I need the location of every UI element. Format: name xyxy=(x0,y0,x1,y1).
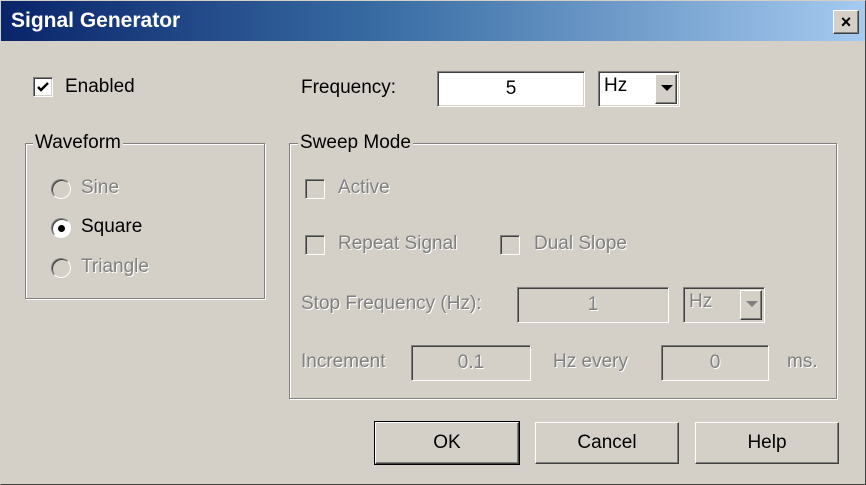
frequency-unit-value: Hz xyxy=(604,75,628,96)
frequency-unit-select[interactable]: Hz xyxy=(598,71,680,107)
active-label: Active xyxy=(338,177,390,198)
radio-triangle[interactable] xyxy=(51,258,71,278)
hz-every-label: Hz every xyxy=(553,351,628,372)
cancel-button[interactable]: Cancel xyxy=(535,422,679,464)
frequency-value: 5 xyxy=(505,78,517,99)
ok-button[interactable]: OK xyxy=(374,421,520,465)
signal-generator-dialog: Signal Generator × Enabled Frequency: 5 … xyxy=(0,0,866,485)
radio-triangle-label: Triangle xyxy=(81,256,149,277)
help-button[interactable]: Help xyxy=(695,422,839,464)
increment-label: Increment xyxy=(301,351,386,372)
repeat-signal-checkbox[interactable] xyxy=(305,235,325,255)
frequency-unit-dropdown-button[interactable] xyxy=(655,74,677,104)
stop-frequency-label: Stop Frequency (Hz): xyxy=(301,293,482,314)
chevron-down-icon xyxy=(746,301,758,307)
radio-square[interactable] xyxy=(51,218,71,238)
window-title: Signal Generator xyxy=(11,9,181,32)
increment-value: 0.1 xyxy=(457,352,485,373)
close-button[interactable]: × xyxy=(833,10,859,34)
ok-button-label: OK xyxy=(433,432,461,453)
ms-label: ms. xyxy=(787,351,818,372)
title-bar[interactable]: Signal Generator × xyxy=(1,1,865,41)
cancel-button-label: Cancel xyxy=(577,432,637,453)
stop-frequency-input[interactable]: 1 xyxy=(517,287,669,323)
repeat-signal-label: Repeat Signal xyxy=(338,233,458,254)
interval-input[interactable]: 0 xyxy=(661,345,769,381)
increment-input[interactable]: 0.1 xyxy=(411,345,531,381)
waveform-legend: Waveform xyxy=(33,132,123,154)
radio-square-label: Square xyxy=(81,216,143,237)
sweep-mode-legend: Sweep Mode xyxy=(298,132,413,154)
dual-slope-checkbox[interactable] xyxy=(500,235,520,255)
enabled-checkbox[interactable] xyxy=(33,77,53,97)
enabled-label: Enabled xyxy=(65,76,135,97)
interval-value: 0 xyxy=(709,352,721,373)
close-icon: × xyxy=(840,12,852,32)
stop-frequency-unit-value: Hz xyxy=(689,291,713,312)
frequency-label: Frequency: xyxy=(301,77,397,98)
radio-sine-label: Sine xyxy=(81,177,120,198)
stop-frequency-unit-dropdown-button[interactable] xyxy=(740,290,762,320)
chevron-down-icon xyxy=(661,85,673,91)
active-checkbox[interactable] xyxy=(305,179,325,199)
help-button-label: Help xyxy=(747,432,787,453)
checkmark-icon xyxy=(37,82,49,92)
frequency-input[interactable]: 5 xyxy=(437,71,585,107)
stop-frequency-unit-select[interactable]: Hz xyxy=(683,287,765,323)
radio-sine[interactable] xyxy=(51,179,71,199)
stop-frequency-value: 1 xyxy=(587,294,599,315)
radio-selected-dot xyxy=(58,225,65,232)
dual-slope-label: Dual Slope xyxy=(534,233,627,254)
